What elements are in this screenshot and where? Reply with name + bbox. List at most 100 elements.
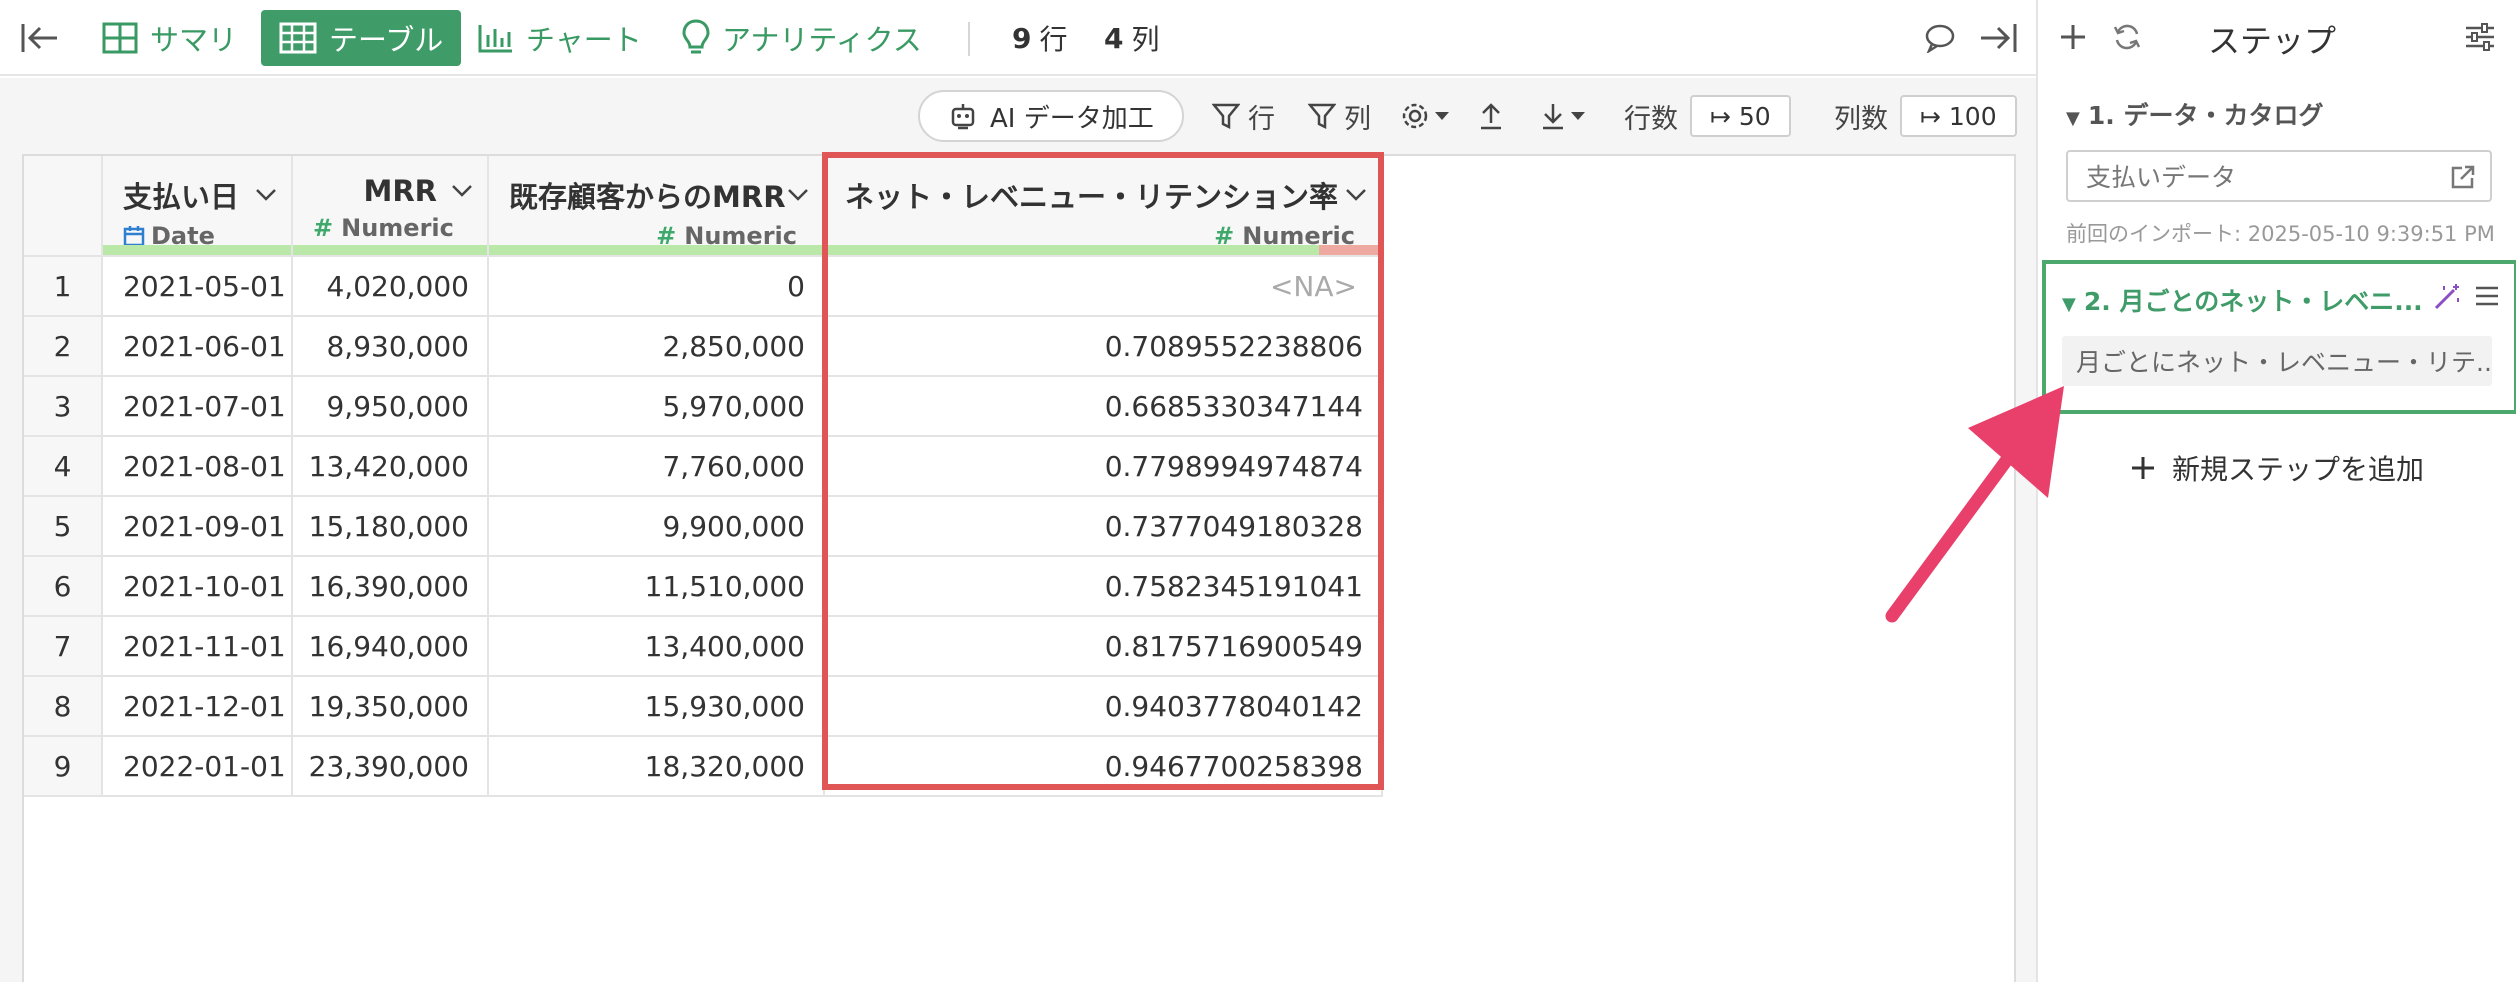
table-row: 3 2021-07-01 9,950,000 5,970,000 0.66853… xyxy=(24,376,1383,437)
cols-limit-input[interactable]: ↦ 100 xyxy=(1900,95,2017,137)
cell[interactable]: 9,900,000 xyxy=(488,496,825,557)
column-name: 既存顧客からのMRR xyxy=(509,180,786,214)
refresh-icon[interactable] xyxy=(2112,22,2142,52)
menu-icon[interactable] xyxy=(2474,284,2500,308)
collapse-right-icon[interactable] xyxy=(1978,10,2030,66)
external-link-icon[interactable] xyxy=(2450,164,2476,190)
cell[interactable]: 16,940,000 xyxy=(292,616,489,677)
cell[interactable]: 4,020,000 xyxy=(292,256,489,317)
tab-chart[interactable]: チャート xyxy=(478,10,642,66)
steps-panel-title: ステップ xyxy=(2208,22,2337,60)
source-data-box[interactable]: 支払いデータ xyxy=(2066,150,2492,202)
tab-summary-label: サマリ xyxy=(150,23,238,57)
chevron-down-icon[interactable] xyxy=(1345,188,1367,202)
annotation-arrow xyxy=(1885,386,2064,623)
cell[interactable]: 0.7798994974874 xyxy=(824,436,1383,497)
cell[interactable]: 2021-06-01 xyxy=(102,316,293,377)
download-icon xyxy=(1543,104,1563,130)
column-header-nrr[interactable]: ネット・レベニュー・リテンション率 # Numeric xyxy=(824,156,1383,257)
cell[interactable]: 2,850,000 xyxy=(488,316,825,377)
column-name: 支払い日 xyxy=(123,180,240,214)
tab-analytics[interactable]: アナリティクス xyxy=(682,10,922,66)
magic-wand-icon[interactable] xyxy=(2432,282,2462,312)
row-filter-button[interactable]: 行 xyxy=(1212,88,1275,144)
cell[interactable]: 18,320,000 xyxy=(488,736,825,797)
tab-chart-label: チャート xyxy=(526,23,642,57)
cell[interactable]: 0.7089552238806 xyxy=(824,316,1383,377)
cell[interactable]: 0.9403778040142 xyxy=(824,676,1383,737)
cell[interactable]: 5,970,000 xyxy=(488,376,825,437)
table-row: 2 2021-06-01 8,930,000 2,850,000 0.70895… xyxy=(24,316,1383,377)
import-dropdown[interactable] xyxy=(1540,88,1586,144)
chevron-down-icon[interactable] xyxy=(255,188,277,202)
add-step-label: 新規ステップを追加 xyxy=(2172,453,2425,486)
column-filter-button[interactable]: 列 xyxy=(1308,88,1371,144)
cell[interactable]: 2021-11-01 xyxy=(102,616,293,677)
chevron-down-icon[interactable] xyxy=(787,188,809,202)
lightbulb-icon xyxy=(682,19,710,54)
cell[interactable]: 2022-01-01 xyxy=(102,736,293,797)
step-1-label: 1. データ・カタログ xyxy=(2087,101,2324,130)
cell[interactable]: 16,390,000 xyxy=(292,556,489,617)
cell[interactable]: 0.9467700258398 xyxy=(824,736,1383,797)
caret-down-icon: ▼ xyxy=(2066,108,2080,129)
hash-icon: # xyxy=(313,214,334,242)
cell[interactable]: 13,400,000 xyxy=(488,616,825,677)
tab-table-label: テーブル xyxy=(329,23,444,57)
table-row: 6 2021-10-01 16,390,000 11,510,000 0.758… xyxy=(24,556,1383,617)
column-count: 4 列 xyxy=(1104,10,1160,66)
cell[interactable]: 9,950,000 xyxy=(292,376,489,437)
ai-data-processing-button[interactable]: AI データ加工 xyxy=(918,88,1184,144)
step-2-title[interactable]: ▼ 2. 月ごとのネット・レベニ... xyxy=(2062,282,2423,318)
cell[interactable]: 0.7377049180328 xyxy=(824,496,1383,557)
table-row: 7 2021-11-01 16,940,000 13,400,000 0.817… xyxy=(24,616,1383,677)
export-icon[interactable] xyxy=(1478,88,1504,144)
add-step-button[interactable]: 新規ステップを追加 xyxy=(2130,448,2424,488)
cell[interactable]: 2021-12-01 xyxy=(102,676,293,737)
data-table: 支払い日 Date MRR # Numeric 既存顧客からのMRR # Numer… xyxy=(22,154,2016,982)
cell[interactable]: 15,180,000 xyxy=(292,496,489,557)
caret-down-icon xyxy=(1435,112,1449,120)
chevron-down-icon[interactable] xyxy=(451,184,473,198)
cell[interactable]: 2021-05-01 xyxy=(102,256,293,317)
comment-icon[interactable] xyxy=(1924,10,1968,66)
cell[interactable]: 7,760,000 xyxy=(488,436,825,497)
column-header-existing-mrr[interactable]: 既存顧客からのMRR # Numeric xyxy=(488,156,825,257)
collapse-left-icon[interactable] xyxy=(20,10,72,66)
cell[interactable]: 2021-08-01 xyxy=(102,436,293,497)
rows-limit-input[interactable]: ↦ 50 xyxy=(1690,95,1791,137)
sliders-icon[interactable] xyxy=(2464,22,2496,52)
table-grid: 支払い日 Date MRR # Numeric 既存顧客からのMRR # Numer… xyxy=(24,156,1383,797)
tab-summary[interactable]: サマリ xyxy=(102,10,237,66)
caret-down-icon xyxy=(1571,112,1585,120)
quality-bar xyxy=(489,245,823,255)
filter-icon xyxy=(1212,103,1240,130)
table-header-row: 支払い日 Date MRR # Numeric 既存顧客からのMRR # Numer… xyxy=(24,156,1383,257)
cell-na[interactable]: <NA> xyxy=(824,256,1383,317)
cell[interactable]: 0.6685330347144 xyxy=(824,376,1383,437)
settings-dropdown[interactable] xyxy=(1400,88,1450,144)
plus-icon[interactable] xyxy=(2058,22,2088,52)
cell[interactable]: 15,930,000 xyxy=(488,676,825,737)
cell[interactable]: 0.8175716900549 xyxy=(824,616,1383,677)
cell[interactable]: 19,350,000 xyxy=(292,676,489,737)
rows-limit-label: 行数 xyxy=(1624,103,1678,135)
cell[interactable]: 23,390,000 xyxy=(292,736,489,797)
tab-table[interactable]: テーブル xyxy=(261,10,462,66)
cell[interactable]: 8,930,000 xyxy=(292,316,489,377)
cell[interactable]: 13,420,000 xyxy=(292,436,489,497)
cell[interactable]: 11,510,000 xyxy=(488,556,825,617)
column-filter-label: 列 xyxy=(1344,103,1371,135)
cell[interactable]: 0 xyxy=(488,256,825,317)
summary-icon xyxy=(102,22,138,54)
cell[interactable]: 2021-09-01 xyxy=(102,496,293,557)
row-number: 2 xyxy=(24,316,103,377)
column-header-payment-date[interactable]: 支払い日 Date xyxy=(102,156,293,257)
column-header-mrr[interactable]: MRR # Numeric xyxy=(292,156,489,257)
cell[interactable]: 2021-10-01 xyxy=(102,556,293,617)
step-1-title[interactable]: ▼ 1. データ・カタログ xyxy=(2066,96,2323,132)
cell[interactable]: 0.7582345191041 xyxy=(824,556,1383,617)
table-row: 1 2021-05-01 4,020,000 0 <NA> xyxy=(24,256,1383,317)
step-2-card[interactable]: ▼ 2. 月ごとのネット・レベニ... 月ごとにネット・レベニュー・リテ... xyxy=(2042,260,2516,414)
cell[interactable]: 2021-07-01 xyxy=(102,376,293,437)
